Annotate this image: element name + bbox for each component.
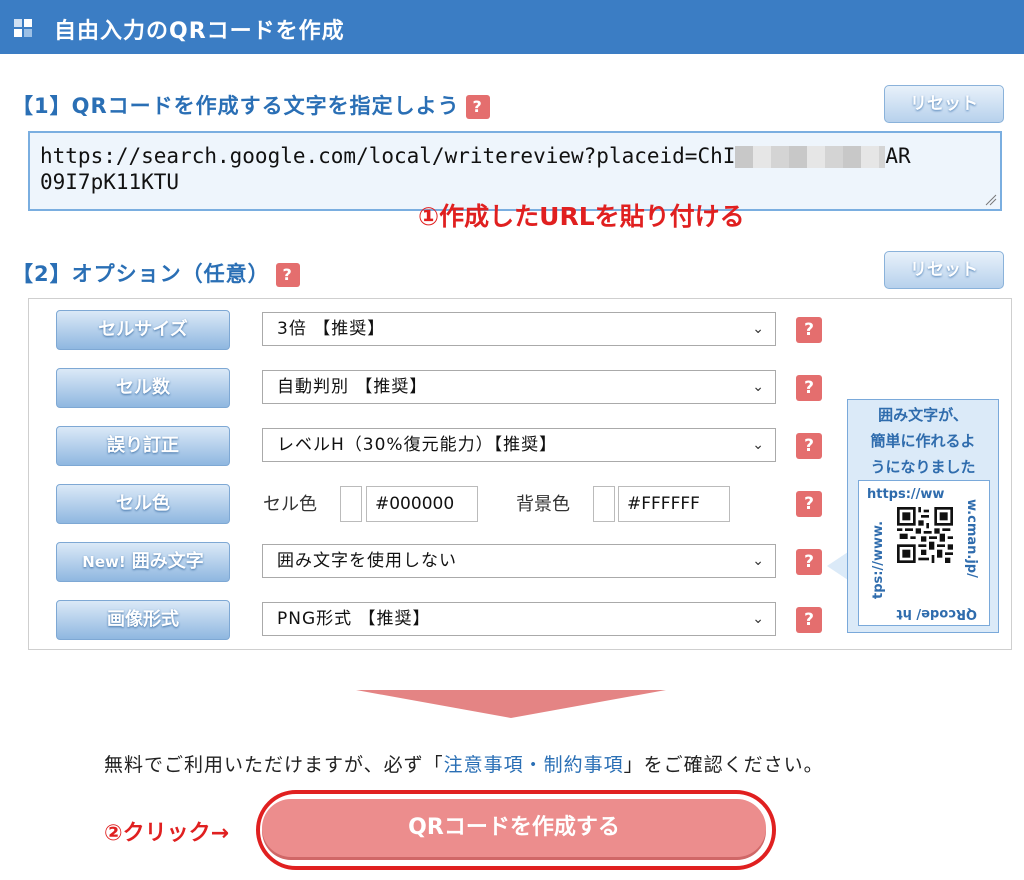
cell-color-caption: セル色 [263,494,317,515]
qr-frame-text-bottom: QRcode/ ht [896,606,977,621]
help-icon[interactable]: ? [275,263,300,287]
new-badge: New! [82,553,126,571]
help-icon[interactable]: ? [796,549,822,575]
cell-count-value: 自動判別 【推奨】 [277,377,428,397]
section1-title: 【1】QRコードを作成する文字を指定しよう? [12,90,490,120]
frame-text-label: New! 囲み文字 [56,542,230,582]
usage-notice: 無料でご利用いただけますが、必ず「注意事項・制約事項」をご確認ください。 [104,750,824,777]
page-title: 自由入力のQRコードを作成 [54,19,345,44]
chevron-down-icon: ⌄ [752,553,765,569]
create-qr-button[interactable]: QRコードを作成する [262,799,766,857]
down-arrow-icon [356,690,666,718]
reset-button-options[interactable]: リセット [884,251,1004,289]
help-icon[interactable]: ? [796,317,822,343]
help-icon[interactable]: ? [796,375,822,401]
help-icon[interactable]: ? [796,433,822,459]
cell-count-label: セル数 [56,368,230,408]
chevron-down-icon: ⌄ [752,611,765,627]
callout-line3: うになりました [870,458,976,476]
section1-title-text: 【1】QRコードを作成する文字を指定しよう [12,94,460,118]
grid-icon [14,19,32,37]
image-format-select[interactable]: PNG形式 【推奨】 ⌄ [262,602,776,636]
url-text-part2: AR [885,144,911,168]
page-header: 自由入力のQRコードを作成 [0,0,1024,54]
cell-size-select[interactable]: 3倍 【推奨】 ⌄ [262,312,776,346]
chevron-down-icon: ⌄ [752,437,765,453]
notice-text-after: 」をご確認ください。 [623,754,824,776]
cell-size-label: セルサイズ [56,310,230,350]
url-text-part1: https://search.google.com/local/writerev… [40,144,736,168]
cell-color-swatch[interactable] [340,486,362,522]
help-icon[interactable]: ? [796,491,822,517]
qr-frame-text-left: tps://www. [871,520,886,599]
bg-color-swatch[interactable] [593,486,615,522]
cell-size-value: 3倍 【推奨】 [277,319,386,339]
reset-button-text[interactable]: リセット [884,85,1004,123]
frame-text-label-text: 囲み文字 [131,551,204,572]
cell-count-select[interactable]: 自動判別 【推奨】 ⌄ [262,370,776,404]
resize-handle-icon[interactable] [985,194,997,206]
error-correction-select[interactable]: レベルH（30%復元能力）【推奨】 ⌄ [262,428,776,462]
help-icon[interactable]: ? [796,607,822,633]
terms-link[interactable]: 注意事項・制約事項 [444,754,624,776]
click-annotation: ②クリック→ [104,821,230,846]
url-text-line2: 09I7pK11KTU [40,170,180,194]
callout-line2: 簡単に作れるよ [870,432,976,450]
redacted-text [735,146,886,168]
chevron-down-icon: ⌄ [752,321,765,337]
qr-sample: https://ww w.cman.jp/ QRcode/ ht tps://w… [858,480,990,626]
notice-text-before: 無料でご利用いただけますが、必ず「 [104,754,444,776]
help-icon[interactable]: ? [465,95,490,119]
qr-frame-text-top: https://ww [867,487,945,502]
error-correction-value: レベルH（30%復元能力）【推奨】 [277,435,558,455]
bg-color-caption: 背景色 [516,494,570,515]
callout-text: 囲み文字が、 簡単に作れるよ うになりました [848,402,998,480]
callout-tail [827,552,848,580]
qr-code-icon [897,507,953,563]
frame-text-select[interactable]: 囲み文字を使用しない ⌄ [262,544,776,578]
bg-color-input[interactable]: #FFFFFF [618,486,730,522]
paste-url-annotation: ①作成したURLを貼り付ける [418,202,745,231]
callout-line1: 囲み文字が、 [878,406,968,424]
section2-title: 【2】オプション（任意）? [12,258,300,288]
frame-text-callout: 囲み文字が、 簡単に作れるよ うになりました https://ww w.cman… [847,399,999,633]
cell-color-input[interactable]: #000000 [366,486,478,522]
error-correction-label: 誤り訂正 [56,426,230,466]
chevron-down-icon: ⌄ [752,379,765,395]
image-format-label: 画像形式 [56,600,230,640]
qr-frame-text-right: w.cman.jp/ [964,499,979,578]
cell-color-label: セル色 [56,484,230,524]
section2-title-text: 【2】オプション（任意） [12,262,270,286]
frame-text-value: 囲み文字を使用しない [277,551,457,571]
image-format-value: PNG形式 【推奨】 [277,609,431,629]
